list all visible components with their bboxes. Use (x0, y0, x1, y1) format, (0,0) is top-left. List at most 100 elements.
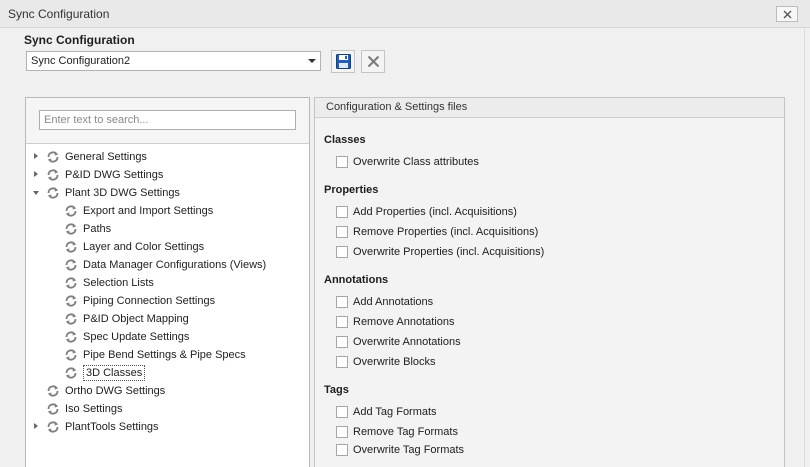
tree-item[interactable]: General Settings (26, 148, 309, 166)
tree-item-label: Export and Import Settings (83, 205, 214, 217)
option-checkbox[interactable]: Overwrite Annotations (336, 334, 736, 350)
expand-arrow-icon[interactable] (34, 171, 38, 177)
tree-item[interactable]: Spec Update Settings (26, 328, 309, 346)
tree-item-label: PlantTools Settings (65, 421, 159, 433)
sync-arrows-icon (64, 240, 78, 254)
checkbox-label: Overwrite Annotations (353, 336, 461, 348)
checkbox-label: Remove Properties (incl. Acquisitions) (353, 226, 539, 238)
window-titlebar: Sync Configuration (0, 0, 810, 28)
option-checkbox[interactable]: Add Tag Formats (336, 404, 736, 420)
checkbox-box[interactable] (336, 426, 348, 438)
checkbox-box[interactable] (336, 246, 348, 258)
checkbox-box[interactable] (336, 296, 348, 308)
checkbox-label: Add Annotations (353, 296, 434, 308)
sync-arrows-icon (64, 222, 78, 236)
delete-x-icon (367, 55, 379, 68)
options-panel-header: Configuration & Settings files (315, 98, 784, 118)
tree-item-label: Paths (83, 223, 112, 235)
save-button[interactable] (331, 50, 355, 73)
tree-item[interactable]: Export and Import Settings (26, 202, 309, 220)
checkbox-box[interactable] (336, 206, 348, 218)
checkbox-label: Overwrite Class attributes (353, 156, 479, 168)
checkbox-label: Overwrite Properties (incl. Acquisitions… (353, 246, 545, 258)
tree-item-label: Iso Settings (65, 403, 123, 415)
checkbox-box[interactable] (336, 156, 348, 168)
tree-item-label: Piping Connection Settings (83, 295, 216, 307)
search-input[interactable] (39, 110, 296, 130)
tree-item-label: 3D Classes (83, 365, 146, 381)
sync-arrows-icon (64, 348, 78, 362)
option-checkbox[interactable]: Overwrite Blocks (336, 354, 736, 370)
section-title: Properties (324, 184, 379, 196)
tree-item[interactable]: Ortho DWG Settings (26, 382, 309, 400)
sync-arrows-icon (46, 168, 60, 182)
sync-arrows-icon (46, 420, 60, 434)
sync-arrows-icon (46, 402, 60, 416)
collapse-arrow-icon[interactable] (33, 191, 39, 195)
floppy-disk-icon (335, 54, 351, 69)
section-title: Annotations (324, 274, 389, 286)
tree-item[interactable]: Layer and Color Settings (26, 238, 309, 256)
tree-item[interactable]: Piping Connection Settings (26, 292, 309, 310)
tree-item[interactable]: PlantTools Settings (26, 418, 309, 436)
close-button[interactable] (776, 6, 798, 22)
sync-arrows-icon (64, 258, 78, 272)
config-label: Sync Configuration (24, 33, 135, 47)
tree-item[interactable]: P&ID Object Mapping (26, 310, 309, 328)
option-checkbox[interactable]: Overwrite Tag Formats (336, 442, 736, 458)
expand-arrow-icon[interactable] (34, 423, 38, 429)
tree-item[interactable]: Pipe Bend Settings & Pipe Specs (26, 346, 309, 364)
option-checkbox[interactable]: Remove Properties (incl. Acquisitions) (336, 224, 736, 240)
options-panel-title: Configuration & Settings files (326, 101, 468, 113)
config-dropdown-value: Sync Configuration2 (31, 55, 131, 67)
checkbox-label: Overwrite Blocks (353, 356, 436, 368)
tree-item-label: Spec Update Settings (83, 331, 190, 343)
tree-item-label: Pipe Bend Settings & Pipe Specs (83, 349, 246, 361)
tree-item[interactable]: Data Manager Configurations (Views) (26, 256, 309, 274)
sync-arrows-icon (64, 312, 78, 326)
sync-arrows-icon (64, 276, 78, 290)
window-title: Sync Configuration (8, 7, 110, 21)
sync-arrows-icon (64, 294, 78, 308)
option-checkbox[interactable]: Overwrite Class attributes (336, 154, 736, 170)
close-icon (783, 10, 791, 18)
config-dropdown[interactable]: Sync Configuration2 (26, 51, 321, 71)
window-right-edge (804, 28, 810, 467)
option-checkbox[interactable]: Overwrite Properties (incl. Acquisitions… (336, 244, 736, 260)
checkbox-label: Overwrite Tag Formats (353, 444, 465, 456)
tree-item[interactable]: Selection Lists (26, 274, 309, 292)
checkbox-box[interactable] (336, 336, 348, 348)
chevron-down-icon (308, 59, 316, 63)
tree-item[interactable]: Iso Settings (26, 400, 309, 418)
option-checkbox[interactable]: Remove Annotations (336, 314, 736, 330)
checkbox-label: Add Properties (incl. Acquisitions) (353, 206, 517, 218)
tree-item-label: Selection Lists (83, 277, 154, 289)
tree-item[interactable]: 3D Classes (26, 364, 309, 382)
option-checkbox[interactable]: Remove Tag Formats (336, 424, 736, 440)
checkbox-box[interactable] (336, 406, 348, 418)
option-checkbox[interactable]: Add Annotations (336, 294, 736, 310)
checkbox-label: Add Tag Formats (353, 406, 437, 418)
checkbox-box[interactable] (336, 444, 348, 456)
search-area (26, 98, 309, 144)
settings-tree-panel: General Settings P&ID DWG Settings Plant 3… (25, 97, 310, 467)
section-title: Classes (324, 134, 366, 146)
sync-arrows-icon (46, 150, 60, 164)
tree-item[interactable]: Paths (26, 220, 309, 238)
tree-item[interactable]: Plant 3D DWG Settings (26, 184, 309, 202)
options-panel: Configuration & Settings files Classes Ov… (314, 97, 785, 467)
tree-item-label: P&ID Object Mapping (83, 313, 189, 325)
tree-item[interactable]: P&ID DWG Settings (26, 166, 309, 184)
sync-arrows-icon (46, 384, 60, 398)
option-checkbox[interactable]: Add Properties (incl. Acquisitions) (336, 204, 736, 220)
expand-arrow-icon[interactable] (34, 153, 38, 159)
tree-item-label: Layer and Color Settings (83, 241, 205, 253)
checkbox-box[interactable] (336, 316, 348, 328)
delete-button[interactable] (361, 50, 385, 73)
sync-arrows-icon (64, 366, 78, 380)
sync-arrows-icon (64, 204, 78, 218)
checkbox-box[interactable] (336, 356, 348, 368)
tree-item-label: P&ID DWG Settings (65, 169, 164, 181)
checkbox-box[interactable] (336, 226, 348, 238)
tree-item-label: General Settings (65, 151, 147, 163)
